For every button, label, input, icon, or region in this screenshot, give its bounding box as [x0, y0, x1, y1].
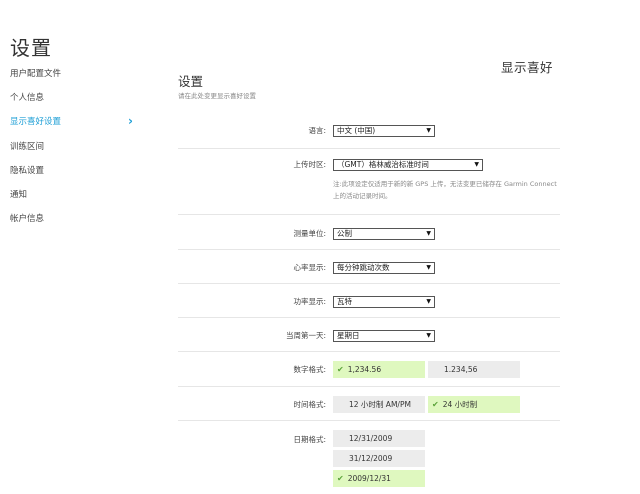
timezone-note: 注:此项设定仅适用于新的新 GPS 上传，无法变更已储存在 Garmin Con…	[333, 180, 557, 200]
date-format-label: 日期格式:	[293, 435, 326, 444]
panel-subtitle: 请在此处变更显示喜好设置	[178, 92, 256, 100]
check-icon: ✔	[337, 365, 344, 374]
number-format-option[interactable]: ✔ 1,234.56	[333, 361, 425, 378]
sidebar-item-display-preferences[interactable]: 显示喜好设置 ›	[10, 114, 140, 140]
timezone-label: 上传时区:	[293, 160, 326, 169]
option-label: 24 小时制	[442, 400, 478, 409]
date-format-option[interactable]: 12/31/2009	[333, 430, 425, 447]
language-label: 语言:	[308, 126, 326, 135]
time-format-option[interactable]: 12 小时制 AM/PM	[333, 396, 425, 413]
time-format-option[interactable]: ✔ 24 小时制	[428, 396, 520, 413]
divider	[178, 317, 560, 318]
language-value: 中文 (中国)	[337, 126, 376, 135]
sidebar-item-account-info[interactable]: 帐户信息	[10, 213, 140, 237]
chevron-down-icon: ▼	[426, 264, 431, 271]
divider	[178, 148, 560, 149]
units-value: 公制	[337, 229, 352, 238]
chevron-down-icon: ▼	[474, 161, 479, 168]
power-label: 功率显示:	[293, 297, 326, 306]
heart-rate-value: 每分钟跳动次数	[337, 263, 390, 272]
sidebar-item-label: 显示喜好设置	[10, 117, 62, 128]
divider	[178, 214, 560, 215]
sidebar-item-user-profile[interactable]: 用户配置文件	[10, 68, 140, 92]
chevron-down-icon: ▼	[426, 298, 431, 305]
option-label: 2009/12/31	[347, 474, 391, 483]
chevron-down-icon: ▼	[426, 230, 431, 237]
language-select[interactable]: 中文 (中国) ▼	[333, 125, 435, 137]
heart-rate-select[interactable]: 每分钟跳动次数 ▼	[333, 262, 435, 274]
power-select[interactable]: 瓦特 ▼	[333, 296, 435, 308]
date-format-option[interactable]: ✔ 2009/12/31	[333, 470, 425, 487]
units-select[interactable]: 公制 ▼	[333, 228, 435, 240]
divider	[178, 283, 560, 284]
date-format-option[interactable]: 31/12/2009	[333, 450, 425, 467]
chevron-down-icon: ▼	[426, 127, 431, 134]
option-label: 12/31/2009	[349, 434, 393, 443]
timezone-value: （GMT）格林威治标准时间	[337, 160, 429, 169]
check-icon: ✔	[432, 400, 439, 409]
sidebar-item-privacy-settings[interactable]: 隐私设置	[10, 165, 140, 189]
heart-rate-label: 心率显示:	[293, 263, 326, 272]
panel-title: 设置	[178, 74, 204, 89]
option-label: 31/12/2009	[349, 454, 393, 463]
number-format-option[interactable]: 1.234,56	[428, 361, 520, 378]
timezone-select[interactable]: （GMT）格林威治标准时间 ▼	[333, 159, 483, 171]
sidebar-item-training-zones[interactable]: 训练区间	[10, 141, 140, 165]
first-day-label: 当周第一天:	[285, 331, 326, 340]
time-format-label: 时间格式:	[293, 400, 326, 409]
option-label: 1.234,56	[444, 365, 478, 374]
sidebar-item-notifications[interactable]: 通知	[10, 189, 140, 213]
section-heading: 显示喜好	[501, 60, 554, 75]
first-day-value: 星期日	[337, 331, 360, 340]
divider	[178, 351, 560, 352]
units-label: 测量单位:	[293, 229, 326, 238]
chevron-down-icon: ▼	[426, 332, 431, 339]
sidebar-nav: 用户配置文件 个人信息 显示喜好设置 › 训练区间 隐私设置 通知 帐户信息	[10, 68, 140, 237]
number-format-label: 数字格式:	[293, 365, 326, 374]
divider	[178, 249, 560, 250]
check-icon: ✔	[337, 474, 344, 483]
page-title: 设置	[10, 36, 52, 60]
sidebar-item-personal-info[interactable]: 个人信息	[10, 92, 140, 116]
chevron-right-icon: ›	[128, 114, 133, 129]
divider	[178, 420, 560, 421]
option-label: 1,234.56	[347, 365, 382, 374]
option-label: 12 小时制 AM/PM	[349, 400, 411, 409]
first-day-select[interactable]: 星期日 ▼	[333, 330, 435, 342]
divider	[178, 386, 560, 387]
power-value: 瓦特	[337, 297, 352, 306]
